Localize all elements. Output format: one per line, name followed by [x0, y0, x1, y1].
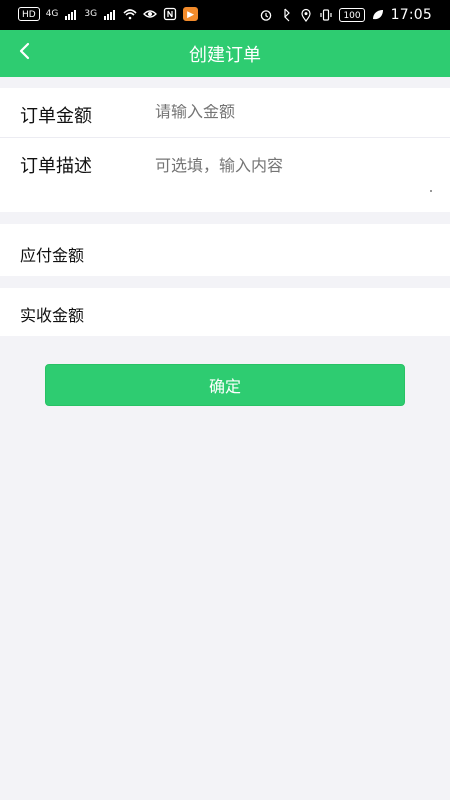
- network-3g: 3G: [84, 9, 98, 19]
- received-amount-label: 实收金额: [20, 306, 85, 325]
- wifi-icon: [123, 7, 137, 21]
- battery-indicator: 100: [339, 8, 365, 22]
- app-header: 创建订单: [0, 30, 450, 77]
- app-notification-icon: ▶: [183, 7, 199, 21]
- eye-icon: [143, 7, 158, 21]
- order-description-input[interactable]: [155, 152, 425, 198]
- location-icon: [299, 8, 313, 22]
- vibrate-icon: [319, 8, 333, 22]
- network-4g: 4G: [45, 9, 59, 19]
- signal-icon: [64, 7, 78, 21]
- confirm-button-label: 确定: [208, 377, 241, 396]
- leaf-icon: [371, 8, 385, 22]
- confirm-button[interactable]: 确定: [45, 364, 405, 406]
- order-amount-label: 订单金额: [20, 106, 92, 127]
- form-divider: [0, 137, 450, 138]
- order-description-label: 订单描述: [20, 156, 92, 177]
- order-form-card: 订单金额 订单描述: [0, 88, 450, 212]
- order-amount-input[interactable]: [155, 104, 425, 122]
- textarea-resize-dot: [430, 190, 432, 192]
- nfc-icon: [163, 7, 177, 21]
- status-time: 17:05: [390, 7, 432, 23]
- payable-amount-label: 应付金额: [20, 246, 85, 265]
- hd-badge: HD: [18, 7, 40, 21]
- received-amount-row[interactable]: 实收金额: [0, 288, 450, 336]
- alarm-icon: [259, 8, 273, 22]
- status-right: 100 17:05: [259, 7, 432, 23]
- status-bar: HD 4G 3G ▶ 100 17:05: [0, 0, 450, 30]
- signal-icon-2: [103, 7, 117, 21]
- bluetooth-icon: [279, 8, 293, 22]
- page-title: 创建订单: [189, 44, 261, 66]
- status-left: HD 4G 3G ▶: [18, 7, 199, 21]
- payable-amount-row[interactable]: 应付金额: [0, 224, 450, 276]
